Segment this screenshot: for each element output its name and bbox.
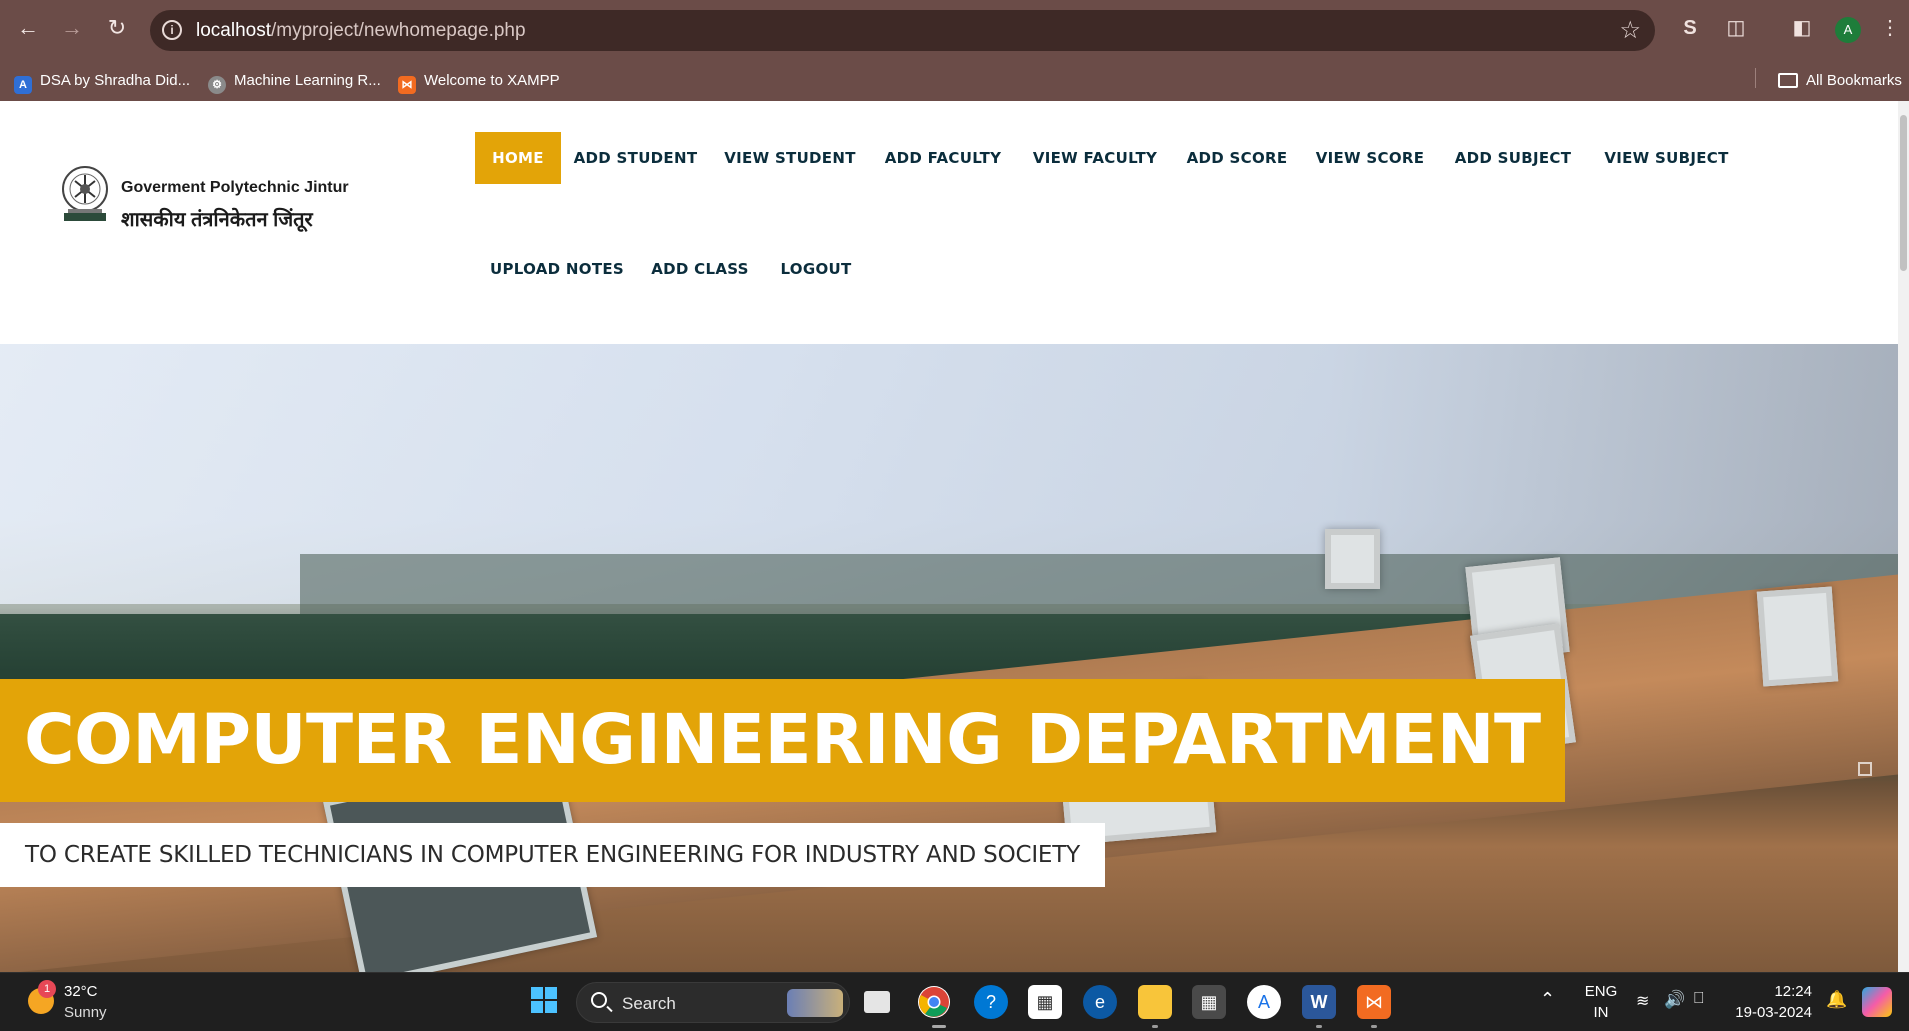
all-bookmarks[interactable]: All Bookmarks bbox=[1778, 70, 1902, 92]
apna-college-icon: A bbox=[14, 76, 32, 94]
browser-toolbar: ← → ↻ i localhost/myproject/newhomepage.… bbox=[0, 0, 1909, 60]
android-studio-icon[interactable]: A bbox=[1247, 985, 1281, 1019]
bookmark-xampp[interactable]: ⋈ Welcome to XAMPP bbox=[398, 70, 560, 94]
clock-time[interactable]: 12:24 bbox=[1736, 983, 1812, 1000]
windows-taskbar: 1 32°C Sunny Search ? ▦ e ▦ A W ⋈ ⌃ ENG … bbox=[0, 972, 1909, 1031]
windows-start-icon[interactable] bbox=[527, 985, 561, 1019]
weather-temperature[interactable]: 32°C bbox=[64, 983, 98, 1000]
nav-home[interactable]: HOME bbox=[475, 132, 561, 184]
notification-bell-icon[interactable]: 🔔 bbox=[1826, 990, 1847, 1010]
microsoft-store-icon[interactable]: ▦ bbox=[1028, 985, 1062, 1019]
xampp-icon: ⋈ bbox=[398, 76, 416, 94]
nav-view-score[interactable]: VIEW SCORE bbox=[1312, 132, 1428, 184]
weather-description[interactable]: Sunny bbox=[64, 1004, 107, 1021]
chrome-taskbar-icon[interactable] bbox=[918, 986, 950, 1018]
taskbar-search[interactable]: Search bbox=[576, 982, 850, 1023]
extension-s-icon[interactable]: S bbox=[1676, 14, 1704, 42]
language-code[interactable]: ENG bbox=[1584, 983, 1618, 1000]
forward-arrow-icon[interactable]: → bbox=[57, 13, 87, 43]
nav-add-student[interactable]: ADD STUDENT bbox=[568, 132, 703, 184]
browser-menu-icon[interactable]: ⋮ bbox=[1876, 14, 1904, 42]
xampp-taskbar-icon[interactable]: ⋈ bbox=[1357, 985, 1391, 1019]
browser-chrome: ← → ↻ i localhost/myproject/newhomepage.… bbox=[0, 0, 1909, 101]
nav-add-subject[interactable]: ADD SUBJECT bbox=[1446, 132, 1580, 184]
nav-view-subject[interactable]: VIEW SUBJECT bbox=[1598, 132, 1735, 184]
copilot-helper-icon[interactable]: ? bbox=[974, 985, 1008, 1019]
language-region[interactable]: IN bbox=[1584, 1004, 1618, 1021]
calculator-icon[interactable]: ▦ bbox=[1192, 985, 1226, 1019]
address-bar[interactable]: i localhost/myproject/newhomepage.php ☆ bbox=[150, 10, 1655, 51]
college-name-marathi: शासकीय तंत्रनिकेतन जिंतूर bbox=[121, 209, 313, 231]
file-explorer-icon[interactable] bbox=[1138, 985, 1172, 1019]
bookmarks-separator bbox=[1755, 68, 1756, 88]
battery-icon[interactable]: ⎕ bbox=[1694, 990, 1704, 1008]
wifi-icon[interactable]: ≋ bbox=[1636, 991, 1649, 1011]
side-panel-icon[interactable]: ◧ bbox=[1788, 14, 1816, 42]
back-arrow-icon[interactable]: ← bbox=[13, 13, 43, 43]
task-view-icon[interactable] bbox=[864, 991, 890, 1013]
college-name-english: Goverment Polytechnic Jintur bbox=[121, 179, 349, 196]
bookmarks-bar: A DSA by Shradha Did... ⚙ Machine Learning… bbox=[0, 60, 1909, 101]
nav-view-faculty[interactable]: VIEW FACULTY bbox=[1028, 132, 1162, 184]
copilot-icon[interactable] bbox=[1862, 987, 1892, 1017]
nav-add-faculty[interactable]: ADD FACULTY bbox=[876, 132, 1010, 184]
clock-date[interactable]: 19-03-2024 bbox=[1728, 1004, 1812, 1021]
folder-icon bbox=[1778, 73, 1798, 88]
search-label: Search bbox=[622, 994, 676, 1013]
search-icon bbox=[591, 992, 607, 1008]
hero-title: COMPUTER ENGINEERING DEPARTMENT bbox=[0, 679, 1565, 802]
hero-carousel: COMPUTER ENGINEERING DEPARTMENT TO CREAT… bbox=[0, 344, 1898, 972]
carousel-next-control[interactable] bbox=[1858, 762, 1872, 776]
word-icon[interactable]: W bbox=[1302, 985, 1336, 1019]
reload-icon[interactable]: ↻ bbox=[102, 13, 132, 43]
college-seal-icon bbox=[62, 166, 108, 221]
page-scrollbar[interactable] bbox=[1898, 101, 1909, 972]
weather-badge: 1 bbox=[38, 980, 56, 998]
show-hidden-icons-chevron-icon[interactable]: ⌃ bbox=[1540, 989, 1555, 1010]
web-page: Goverment Polytechnic Jintur शासकीय तंत्… bbox=[0, 101, 1898, 972]
nav-upload-notes[interactable]: UPLOAD NOTES bbox=[490, 243, 624, 295]
nav-add-score[interactable]: ADD SCORE bbox=[1180, 132, 1294, 184]
edge-browser-icon[interactable]: e bbox=[1083, 985, 1117, 1019]
extensions-puzzle-icon[interactable]: ◫ bbox=[1722, 14, 1750, 42]
nav-add-class[interactable]: ADD CLASS bbox=[649, 243, 751, 295]
nav-view-student[interactable]: VIEW STUDENT bbox=[722, 132, 858, 184]
gear-logo-icon: ⚙ bbox=[208, 76, 226, 94]
url-text[interactable]: localhost/myproject/newhomepage.php bbox=[196, 20, 526, 42]
bookmark-machine-learning[interactable]: ⚙ Machine Learning R... bbox=[208, 70, 381, 94]
bookmark-star-icon[interactable]: ☆ bbox=[1619, 16, 1641, 45]
bookmark-dsa[interactable]: A DSA by Shradha Did... bbox=[14, 70, 190, 94]
volume-icon[interactable]: 🔊 bbox=[1664, 990, 1685, 1010]
profile-avatar[interactable]: A bbox=[1835, 17, 1861, 43]
hero-subtitle: TO CREATE SKILLED TECHNICIANS IN COMPUTE… bbox=[0, 823, 1105, 887]
search-highlight-icon bbox=[787, 989, 843, 1017]
site-info-icon[interactable]: i bbox=[162, 20, 182, 40]
nav-logout[interactable]: LOGOUT bbox=[776, 243, 856, 295]
scrollbar-thumb[interactable] bbox=[1900, 115, 1907, 271]
